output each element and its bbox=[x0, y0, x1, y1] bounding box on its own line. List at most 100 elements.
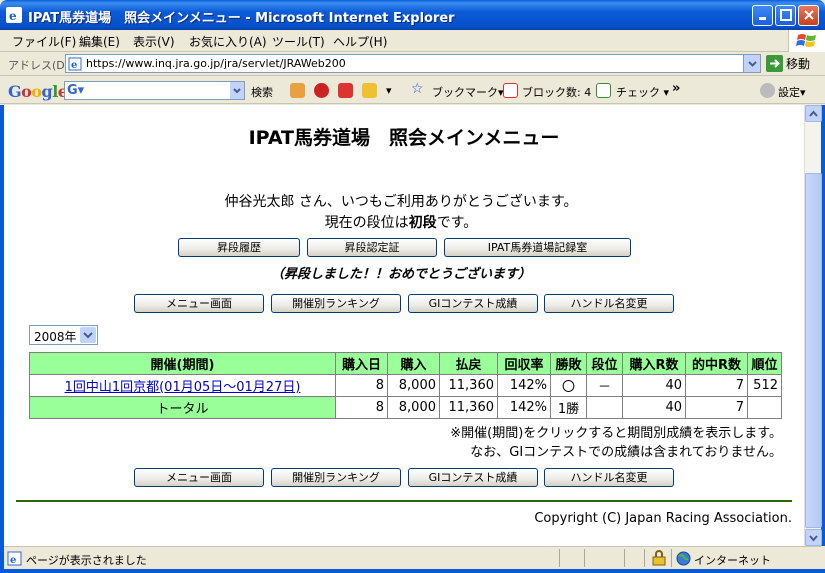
minimize-button[interactable] bbox=[752, 5, 773, 26]
maximize-icon bbox=[779, 9, 792, 21]
menu-tools[interactable]: ツール(T) bbox=[272, 33, 325, 50]
col-dan: 段位 bbox=[586, 352, 623, 375]
menu-screen-button[interactable]: メニュー画面 bbox=[134, 294, 264, 313]
minimize-icon bbox=[758, 17, 766, 20]
ranking-button[interactable]: 開催別ランキング bbox=[271, 294, 401, 313]
google-toolbar: Google G▾ 検索 ▾ ☆ ブックマーク▾ ブロック数: 4 チェック ▾… bbox=[0, 77, 825, 104]
go-button[interactable]: 移動 bbox=[766, 55, 810, 74]
scroll-down-button[interactable] bbox=[805, 529, 822, 546]
footer-divider bbox=[16, 500, 792, 502]
settings-button[interactable]: 設定▾ bbox=[778, 84, 806, 100]
promotion-certificate-button[interactable]: 昇段認定証 bbox=[307, 238, 437, 257]
table-total-row: トータル 8 8,000 11,360 142% 1勝 40 7 bbox=[29, 396, 782, 419]
rate-cell: 142% bbox=[497, 374, 551, 397]
dan-prefix: 現在の段位は bbox=[324, 215, 409, 231]
menu-screen-button-bottom[interactable]: メニュー画面 bbox=[134, 468, 264, 487]
congrats-message: （昇段しました！！おめでとうございます） bbox=[270, 267, 531, 282]
note-gi-excluded: なお、GIコンテストでの成績は含まれておりません。 bbox=[470, 445, 782, 460]
col-buyR: 購入R数 bbox=[622, 352, 686, 375]
more-chevron-icon[interactable]: » bbox=[672, 81, 680, 96]
pagerank-icon[interactable] bbox=[290, 83, 305, 98]
period-link[interactable]: 1回中山1回京都(01月05日～01月27日) bbox=[65, 380, 301, 395]
chevron-down-icon bbox=[83, 332, 93, 339]
bookmark-button[interactable]: ブックマーク▾ bbox=[432, 84, 504, 100]
col-rank: 順位 bbox=[747, 352, 782, 375]
chevron-up-icon bbox=[809, 110, 818, 117]
toolbar-dropdown-icon[interactable]: ▾ bbox=[386, 84, 392, 97]
google-search-input[interactable]: G▾ bbox=[64, 81, 245, 100]
period-cell: 1回中山1回京都(01月05日～01月27日) bbox=[29, 374, 336, 397]
address-input[interactable]: e https://www.inq.jra.go.jp/jra/servlet/… bbox=[65, 54, 761, 73]
total-buy-cell: 8,000 bbox=[387, 396, 440, 419]
total-days-cell: 8 bbox=[335, 396, 388, 419]
promotion-history-button[interactable]: 昇段履歴 bbox=[178, 238, 300, 257]
popup-block-icon bbox=[503, 83, 518, 98]
dan-cell: － bbox=[586, 374, 623, 397]
col-winloss: 勝敗 bbox=[550, 352, 587, 375]
chevron-down-icon bbox=[748, 61, 757, 67]
col-buy: 購入 bbox=[387, 352, 440, 375]
col-hitR: 的中R数 bbox=[685, 352, 748, 375]
col-days: 購入日 bbox=[335, 352, 388, 375]
svg-text:e: e bbox=[9, 9, 17, 23]
note-click-period: ※開催(期間)をクリックすると期間別成績を表示します。 bbox=[450, 426, 782, 441]
menu-favorites[interactable]: お気に入り(A) bbox=[189, 33, 267, 50]
settings-icon bbox=[760, 83, 775, 98]
scroll-up-button[interactable] bbox=[805, 105, 822, 122]
google-search-button[interactable]: 検索 bbox=[251, 84, 273, 100]
security-zone: インターネット bbox=[694, 554, 771, 567]
rank-cell: 512 bbox=[747, 374, 782, 397]
handle-name-button[interactable]: ハンドル名変更 bbox=[544, 294, 674, 313]
copyright-text: Copyright (C) Japan Racing Association. bbox=[534, 511, 792, 526]
chevron-down-icon bbox=[809, 535, 818, 542]
svg-text:e: e bbox=[71, 60, 77, 71]
go-label: 移動 bbox=[786, 57, 811, 71]
title-bar: e IPAT馬券道場 照会メインメニュー - Microsoft Interne… bbox=[0, 0, 825, 30]
globe-icon bbox=[676, 551, 691, 566]
chevron-down-icon bbox=[233, 88, 241, 94]
windows-logo-icon bbox=[788, 30, 825, 52]
gi-contest-button-bottom[interactable]: GIコンテスト成績 bbox=[408, 468, 538, 487]
gi-contest-button[interactable]: GIコンテスト成績 bbox=[408, 294, 538, 313]
scroll-thumb[interactable] bbox=[805, 173, 822, 528]
menu-view[interactable]: 表示(V) bbox=[133, 33, 175, 50]
table-header-row: 開催(期間) 購入日 購入 払戻 回収率 勝敗 段位 購入R数 的中R数 順位 bbox=[29, 352, 782, 375]
page-done-icon: e bbox=[7, 551, 22, 566]
check-button[interactable]: チェック ▾ bbox=[616, 84, 669, 100]
col-pay: 払戻 bbox=[439, 352, 498, 375]
block-count[interactable]: ブロック数: 4 bbox=[522, 84, 591, 100]
status-bar: e ページが表示されました インターネット bbox=[4, 546, 821, 569]
hitR-cell: 7 bbox=[685, 374, 748, 397]
address-label: アドレス(D) bbox=[8, 59, 70, 72]
rakuten-icon[interactable] bbox=[314, 83, 329, 98]
year-select[interactable]: 2008年 bbox=[29, 325, 98, 345]
svg-text:e: e bbox=[10, 555, 16, 566]
buyR-cell: 40 bbox=[622, 374, 686, 397]
menu-file[interactable]: ファイル(F) bbox=[12, 33, 76, 50]
close-button[interactable] bbox=[798, 5, 819, 26]
google-search-dropdown[interactable] bbox=[230, 82, 244, 99]
google-g-icon: G▾ bbox=[67, 83, 85, 98]
ranking-button-bottom[interactable]: 開催別ランキング bbox=[271, 468, 401, 487]
menu-help[interactable]: ヘルプ(H) bbox=[333, 33, 387, 50]
days-cell: 8 bbox=[335, 374, 388, 397]
pay-cell: 11,360 bbox=[439, 374, 498, 397]
close-icon bbox=[803, 10, 814, 20]
records-room-button[interactable]: IPAT馬券道場記録室 bbox=[444, 238, 631, 257]
address-url: https://www.inq.jra.go.jp/jra/servlet/JR… bbox=[86, 57, 346, 70]
menu-bar: ファイル(F) 編集(E) 表示(V) お気に入り(A) ツール(T) ヘルプ(… bbox=[0, 30, 825, 52]
ie-icon: e bbox=[6, 7, 22, 23]
total-buyR-cell: 40 bbox=[622, 396, 686, 419]
yahoo-icon[interactable] bbox=[338, 83, 353, 98]
greeting-text: 仲谷光太郎 さん、いつもご利用ありがとうございます。 bbox=[224, 194, 578, 210]
address-dropdown-button[interactable] bbox=[743, 55, 760, 72]
year-dropdown-button[interactable] bbox=[80, 327, 96, 343]
menu-edit[interactable]: 編集(E) bbox=[79, 33, 120, 50]
vertical-scrollbar[interactable] bbox=[804, 105, 822, 546]
status-separator bbox=[584, 549, 585, 567]
total-pay-cell: 11,360 bbox=[439, 396, 498, 419]
maximize-button[interactable] bbox=[775, 5, 796, 26]
spellcheck-icon bbox=[596, 83, 611, 98]
goo-icon[interactable] bbox=[362, 83, 377, 98]
handle-name-button-bottom[interactable]: ハンドル名変更 bbox=[544, 468, 674, 487]
